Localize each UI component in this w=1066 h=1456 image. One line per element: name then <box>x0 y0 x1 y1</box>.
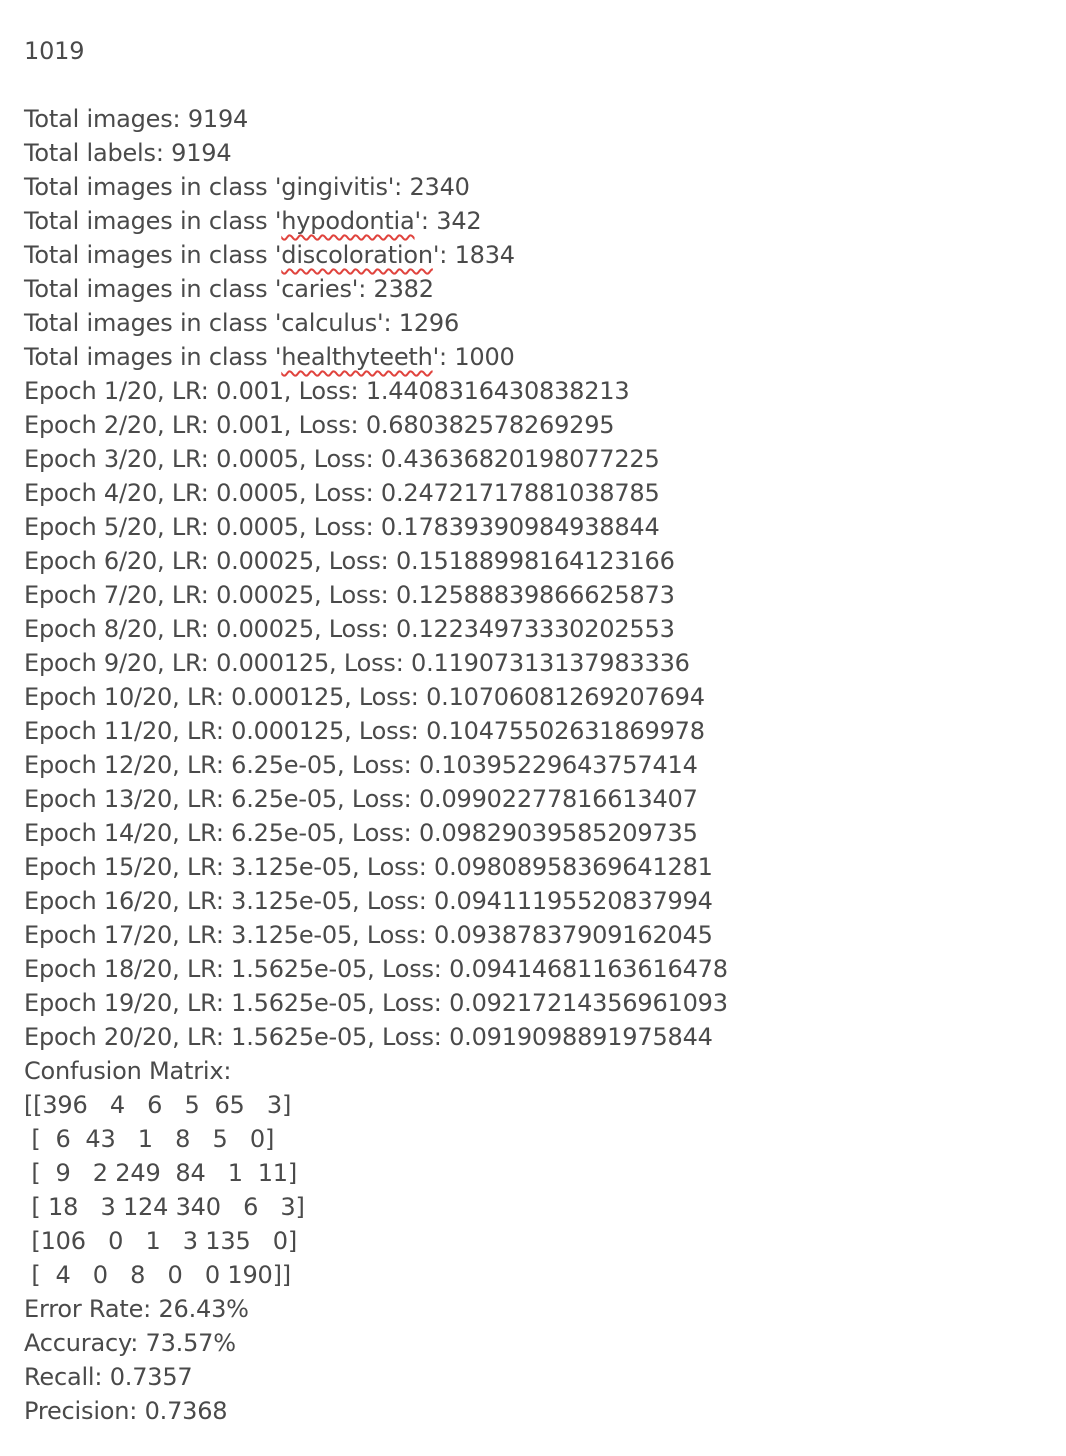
total-labels-line: Total labels: 9194 <box>24 139 232 167</box>
class-count-line: Total images in class 'healthyteeth': 10… <box>24 340 1044 374</box>
epoch-log-line: Epoch 3/20, LR: 0.0005, Loss: 0.43636820… <box>24 445 660 473</box>
class-line-prefix: Total images in class ' <box>24 275 282 303</box>
epoch-log-line: Epoch 20/20, LR: 1.5625e-05, Loss: 0.091… <box>24 1023 713 1051</box>
class-name: caries <box>281 275 352 303</box>
confusion-matrix-row: [ 4 0 8 0 0 190]] <box>24 1261 291 1289</box>
class-count-line: Total images in class 'caries': 2382 <box>24 272 1044 306</box>
error-rate-line: Error Rate: 26.43% <box>24 1295 249 1323</box>
epoch-log-line: Epoch 10/20, LR: 0.000125, Loss: 0.10706… <box>24 683 705 711</box>
note-body[interactable]: 1019 Total images: 9194 Total labels: 91… <box>24 34 1044 1428</box>
epoch-log-line: Epoch 9/20, LR: 0.000125, Loss: 0.119073… <box>24 649 690 677</box>
recall-line: Recall: 0.7357 <box>24 1363 193 1391</box>
class-count-line: Total images in class 'hypodontia': 342 <box>24 204 1044 238</box>
class-line-count: ': 2340 <box>387 173 470 201</box>
class-name: calculus <box>281 309 378 337</box>
epoch-log-line: Epoch 11/20, LR: 0.000125, Loss: 0.10475… <box>24 717 705 745</box>
confusion-matrix-row: [[396 4 6 5 65 3] <box>24 1091 292 1119</box>
confusion-matrix-row: [106 0 1 3 135 0] <box>24 1227 298 1255</box>
class-line-count: ': 342 <box>414 207 482 235</box>
class-line-count: ': 1000 <box>432 343 515 371</box>
epoch-log-line: Epoch 8/20, LR: 0.00025, Loss: 0.1223497… <box>24 615 675 643</box>
epoch-log-line: Epoch 19/20, LR: 1.5625e-05, Loss: 0.092… <box>24 989 728 1017</box>
epoch-log-list: Epoch 1/20, LR: 0.001, Loss: 1.440831643… <box>24 374 1044 1054</box>
epoch-log-line: Epoch 5/20, LR: 0.0005, Loss: 0.17839390… <box>24 513 660 541</box>
class-line-prefix: Total images in class ' <box>24 173 282 201</box>
class-line-prefix: Total images in class ' <box>24 207 282 235</box>
epoch-log-line: Epoch 14/20, LR: 6.25e-05, Loss: 0.09829… <box>24 819 698 847</box>
confusion-matrix: [[396 4 6 5 65 3] [ 6 43 1 8 5 0] [ 9 2 … <box>24 1088 1044 1292</box>
class-line-prefix: Total images in class ' <box>24 309 282 337</box>
confusion-matrix-title: Confusion Matrix: <box>24 1057 232 1085</box>
class-name: healthyteeth <box>281 343 433 371</box>
confusion-matrix-row: [ 6 43 1 8 5 0] <box>24 1125 275 1153</box>
class-line-prefix: Total images in class ' <box>24 241 282 269</box>
class-line-count: ': 1296 <box>377 309 460 337</box>
class-count-line: Total images in class 'gingivitis': 2340 <box>24 170 1044 204</box>
class-line-count: ': 2382 <box>351 275 434 303</box>
epoch-log-line: Epoch 18/20, LR: 1.5625e-05, Loss: 0.094… <box>24 955 728 983</box>
accuracy-line: Accuracy: 73.57% <box>24 1329 236 1357</box>
class-count-line: Total images in class 'discoloration': 1… <box>24 238 1044 272</box>
epoch-log-line: Epoch 7/20, LR: 0.00025, Loss: 0.1258883… <box>24 581 675 609</box>
epoch-log-line: Epoch 12/20, LR: 6.25e-05, Loss: 0.10395… <box>24 751 698 779</box>
epoch-log-line: Epoch 1/20, LR: 0.001, Loss: 1.440831643… <box>24 377 630 405</box>
confusion-matrix-row: [ 9 2 249 84 1 11] <box>24 1159 298 1187</box>
epoch-log-line: Epoch 4/20, LR: 0.0005, Loss: 0.24721717… <box>24 479 660 507</box>
class-count-line: Total images in class 'calculus': 1296 <box>24 306 1044 340</box>
note-header: 1019 <box>24 37 85 65</box>
epoch-log-line: Epoch 16/20, LR: 3.125e-05, Loss: 0.0941… <box>24 887 713 915</box>
class-name: hypodontia <box>281 207 415 235</box>
epoch-log-line: Epoch 13/20, LR: 6.25e-05, Loss: 0.09902… <box>24 785 698 813</box>
epoch-log-line: Epoch 17/20, LR: 3.125e-05, Loss: 0.0938… <box>24 921 713 949</box>
epoch-log-line: Epoch 6/20, LR: 0.00025, Loss: 0.1518899… <box>24 547 675 575</box>
class-count-list: Total images in class 'gingivitis': 2340… <box>24 170 1044 374</box>
confusion-matrix-row: [ 18 3 124 340 6 3] <box>24 1193 305 1221</box>
epoch-log-line: Epoch 2/20, LR: 0.001, Loss: 0.680382578… <box>24 411 615 439</box>
class-line-count: ': 1834 <box>432 241 515 269</box>
epoch-log-line: Epoch 15/20, LR: 3.125e-05, Loss: 0.0980… <box>24 853 713 881</box>
precision-line: Precision: 0.7368 <box>24 1397 228 1425</box>
class-name: discoloration <box>281 241 433 269</box>
class-line-prefix: Total images in class ' <box>24 343 282 371</box>
class-name: gingivitis <box>281 173 388 201</box>
total-images-line: Total images: 9194 <box>24 105 249 133</box>
